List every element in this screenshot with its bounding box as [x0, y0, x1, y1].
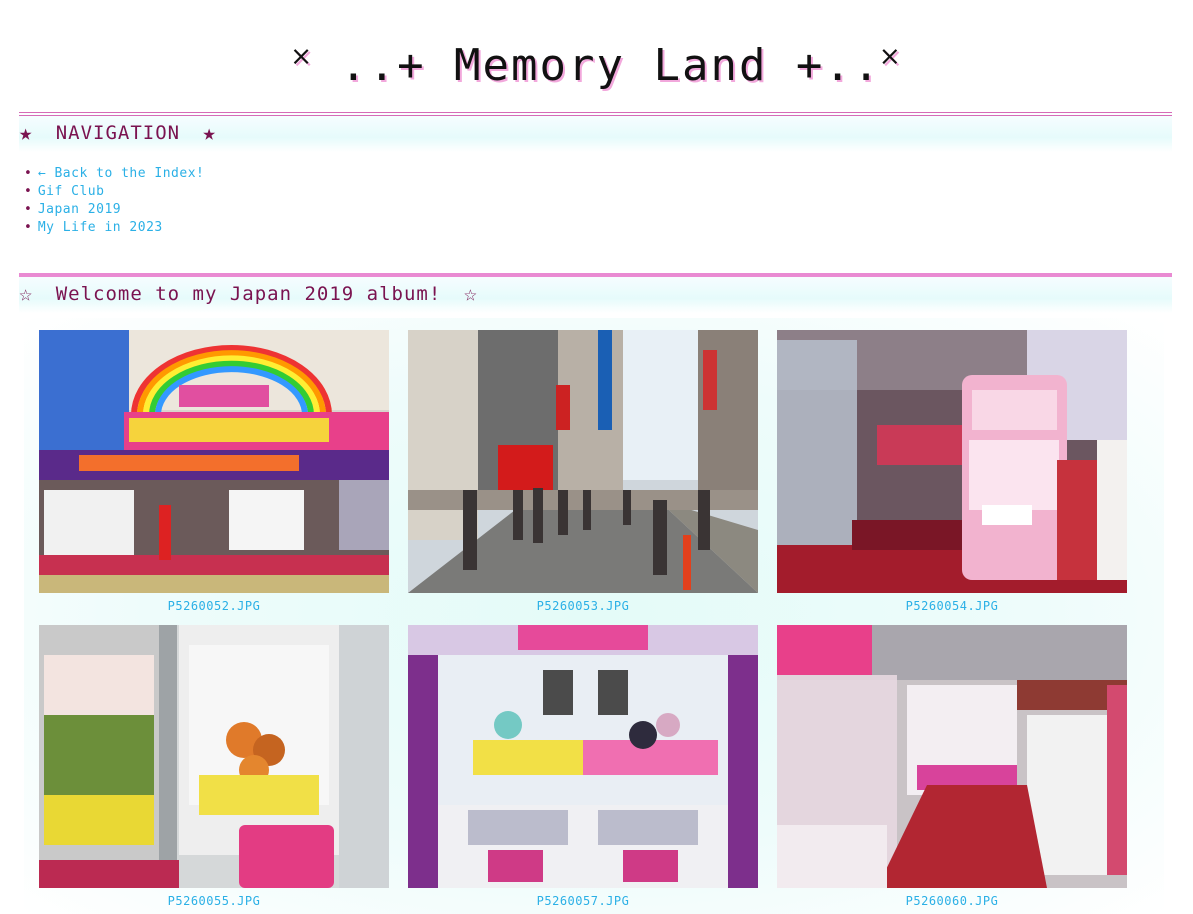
- back-to-index-link[interactable]: ← Back to the Index!: [38, 166, 205, 181]
- ufo-catcher-photo: [408, 625, 758, 888]
- pink-crane-machine-photo: [777, 330, 1127, 593]
- gallery-item: P5260057.JPG: [408, 625, 758, 908]
- street-photo: [408, 330, 758, 593]
- gallery-item: P5260054.JPG: [777, 330, 1127, 613]
- photo-caption[interactable]: P5260052.JPG: [39, 599, 389, 613]
- photo-thumbnail[interactable]: [777, 625, 1127, 888]
- star-icon: ★: [19, 121, 34, 146]
- photo-thumbnail[interactable]: [39, 330, 389, 593]
- navigation-list: ← Back to the Index! Gif Club Japan 2019…: [24, 165, 204, 237]
- photo-thumbnail[interactable]: [408, 330, 758, 593]
- album-heading: Welcome to my Japan 2019 album!: [55, 283, 442, 305]
- album-header: ☆ Welcome to my Japan 2019 album! ☆: [19, 273, 1172, 313]
- nav-item-my-life-2023: My Life in 2023: [24, 219, 204, 237]
- arcade-interior-photo: [777, 625, 1127, 888]
- my-life-2023-link[interactable]: My Life in 2023: [38, 220, 163, 235]
- photo-thumbnail[interactable]: [39, 625, 389, 888]
- gallery-item: P5260053.JPG: [408, 330, 758, 613]
- nav-item-back: ← Back to the Index!: [24, 165, 204, 183]
- gallery-item: P5260055.JPG: [39, 625, 389, 908]
- claw-machine-photo: [39, 625, 389, 888]
- photo-caption[interactable]: P5260060.JPG: [777, 894, 1127, 908]
- nav-item-gif-club: Gif Club: [24, 183, 204, 201]
- nav-item-japan-2019: Japan 2019: [24, 201, 204, 219]
- gif-club-link[interactable]: Gif Club: [38, 184, 105, 199]
- photo-thumbnail[interactable]: [408, 625, 758, 888]
- arcade-storefront-photo: [39, 330, 389, 593]
- photo-caption[interactable]: P5260054.JPG: [777, 599, 1127, 613]
- photo-caption[interactable]: P5260053.JPG: [408, 599, 758, 613]
- star-icon: ★: [202, 121, 217, 146]
- navigation-header: ★ NAVIGATION ★: [19, 112, 1172, 152]
- outline-star-icon: ☆: [19, 282, 34, 307]
- gallery-item: P5260060.JPG: [777, 625, 1127, 908]
- japan-2019-link[interactable]: Japan 2019: [38, 202, 121, 217]
- photo-caption[interactable]: P5260055.JPG: [39, 894, 389, 908]
- outline-star-icon: ☆: [463, 282, 479, 307]
- photo-thumbnail[interactable]: [777, 330, 1127, 593]
- site-title: ˟ ..+ Memory Land +..˟: [292, 40, 901, 91]
- photo-caption[interactable]: P5260057.JPG: [408, 894, 758, 908]
- gallery-item: P5260052.JPG: [39, 330, 389, 613]
- navigation-heading: NAVIGATION: [55, 122, 181, 144]
